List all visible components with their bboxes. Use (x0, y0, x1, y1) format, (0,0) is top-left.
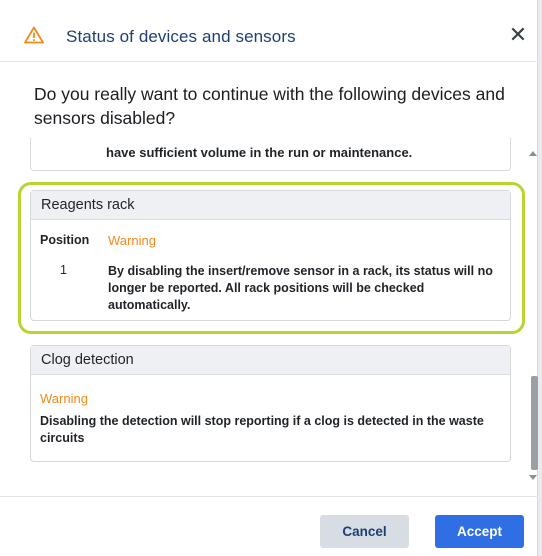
warning-header: Warning (40, 391, 88, 406)
position-header: Position (40, 233, 90, 247)
scrollbar-thumb[interactable] (531, 376, 538, 470)
clog-detection-card: Clog detection Warning Disabling the det… (30, 345, 511, 462)
card-title: Reagents rack (31, 191, 510, 220)
vertical-scrollbar[interactable] (526, 138, 538, 490)
accept-button[interactable]: Accept (435, 515, 524, 548)
position-value: 1 (60, 263, 67, 277)
sensor-list[interactable]: have sufficient volume in the run or mai… (0, 138, 538, 490)
warning-message: By disabling the insert/remove sensor in… (108, 264, 493, 312)
scroll-up-icon[interactable] (529, 151, 537, 156)
warning-header: Warning (108, 233, 156, 248)
reagents-rack-card: Reagents rack Position Warning 1 By disa… (30, 190, 511, 321)
close-icon[interactable]: ✕ (508, 24, 528, 46)
dialog-header: Status of devices and sensors ✕ (0, 0, 538, 62)
previous-card-text: have sufficient volume in the run or mai… (106, 145, 413, 160)
dialog-title: Status of devices and sensors (66, 27, 296, 46)
card-title: Clog detection (31, 346, 510, 375)
cancel-button[interactable]: Cancel (320, 515, 409, 548)
dialog-footer: Cancel Accept (0, 496, 538, 556)
scroll-down-icon[interactable] (529, 475, 537, 480)
confirmation-question: Do you really want to continue with the … (34, 84, 505, 128)
status-dialog: Status of devices and sensors ✕ Do you r… (0, 0, 538, 556)
warning-message: Disabling the detection will stop report… (40, 414, 484, 445)
warning-triangle-icon (24, 26, 44, 44)
